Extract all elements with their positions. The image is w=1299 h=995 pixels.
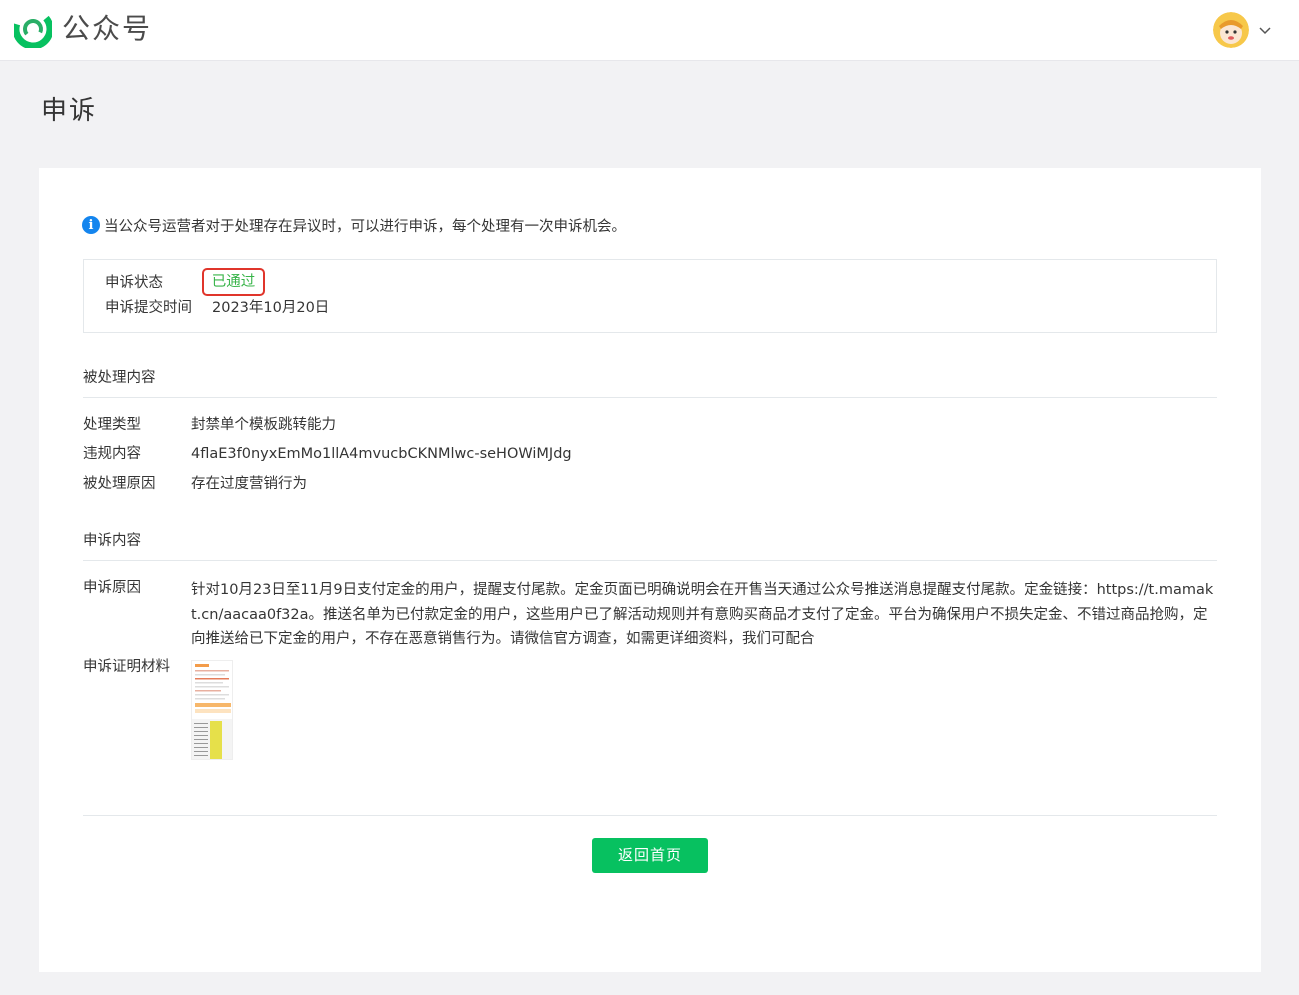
wechat-official-account-logo[interactable]	[14, 10, 52, 48]
divider	[83, 815, 1217, 816]
brand-name[interactable]: 公众号	[62, 11, 152, 47]
process-type-label: 处理类型	[83, 417, 141, 433]
appeal-section-heading: 申诉内容	[83, 533, 141, 549]
process-reason-value: 存在过度营销行为	[191, 476, 307, 492]
appeal-reason-text: 针对10月23日至11月9日支付定金的用户，提醒支付尾款。定金页面已明确说明会在…	[191, 582, 1214, 647]
violation-content-label: 违规内容	[83, 446, 141, 462]
chevron-down-icon[interactable]	[1257, 22, 1273, 38]
submit-time-label: 申诉提交时间	[105, 300, 192, 316]
info-icon: i	[82, 216, 100, 234]
submit-time-value: 2023年10月20日	[212, 300, 330, 316]
notice-bar: i 当公众号运营者对于处理存在异议时，可以进行申诉，每个处理有一次申诉机会。	[82, 214, 626, 236]
top-bar: 公众号	[0, 0, 1299, 61]
appeal-reason-label: 申诉原因	[83, 580, 141, 596]
processed-section-heading: 被处理内容	[83, 370, 156, 386]
divider	[83, 560, 1217, 561]
status-box: 申诉状态 已通过 申诉提交时间 2023年10月20日	[83, 259, 1217, 333]
notice-text: 当公众号运营者对于处理存在异议时，可以进行申诉，每个处理有一次申诉机会。	[104, 218, 626, 235]
divider	[83, 397, 1217, 398]
page-title: 申诉	[41, 96, 98, 126]
status-badge: 已通过	[202, 268, 265, 296]
back-home-button[interactable]: 返回首页	[592, 838, 708, 873]
status-label: 申诉状态	[105, 275, 163, 291]
process-type-value: 封禁单个模板跳转能力	[191, 417, 336, 433]
evidence-thumbnail[interactable]	[191, 660, 233, 760]
violation-content-value: 4flaE3f0nyxEmMo1llA4mvucbCKNMlwc-seHOWiM…	[191, 446, 572, 462]
appeal-detail-card: i 当公众号运营者对于处理存在异议时，可以进行申诉，每个处理有一次申诉机会。 申…	[39, 168, 1261, 972]
evidence-label: 申诉证明材料	[83, 659, 170, 675]
process-reason-label: 被处理原因	[83, 476, 156, 492]
avatar[interactable]	[1213, 12, 1249, 48]
